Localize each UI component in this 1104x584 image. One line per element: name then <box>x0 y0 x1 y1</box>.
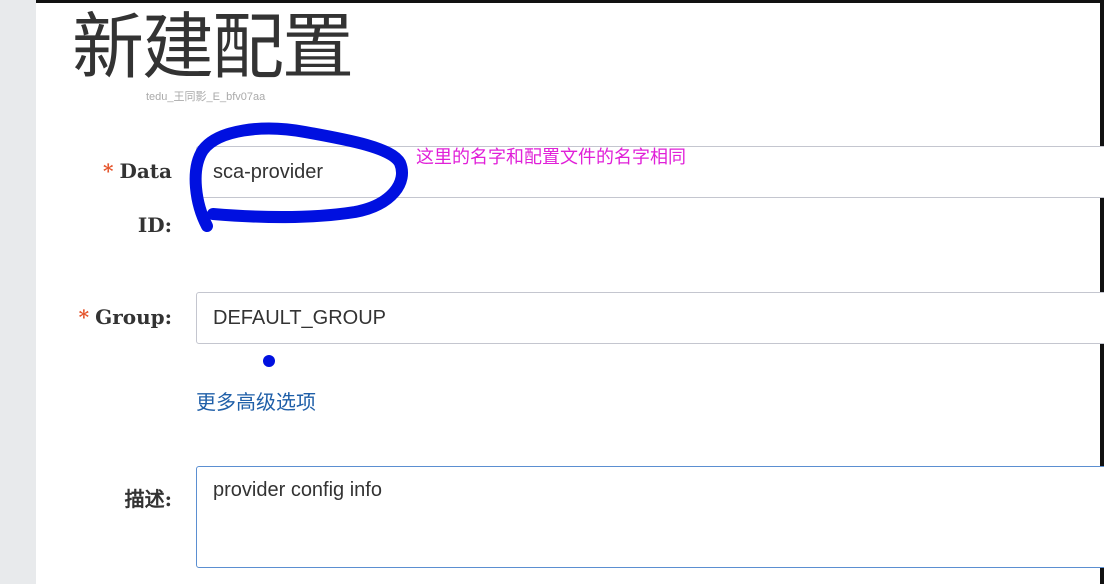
annotation-text: 这里的名字和配置文件的名字相同 <box>416 147 686 168</box>
description-value: provider config info <box>213 479 382 501</box>
group-label-text: Group: <box>95 305 172 329</box>
data-id-value: sca-provider <box>213 161 324 183</box>
required-mark: * <box>78 305 90 329</box>
data-id-label: * Data <box>96 159 172 183</box>
required-mark: * <box>103 159 114 183</box>
group-value: DEFAULT_GROUP <box>213 307 386 329</box>
watermark: tedu_王同影_E_bfv07aa <box>146 91 266 103</box>
group-label: * Group: <box>60 305 172 329</box>
data-id-label-line1: Data <box>119 159 173 183</box>
description-textarea[interactable]: provider config info <box>196 466 1104 568</box>
left-rail <box>0 0 36 584</box>
ink-dot <box>263 355 275 367</box>
data-id-label-line2: ID: <box>137 213 172 237</box>
page-title: 新建配置 <box>72 5 354 89</box>
group-input[interactable]: DEFAULT_GROUP <box>196 292 1104 344</box>
description-label: 描述: <box>124 487 172 511</box>
advanced-options-link[interactable]: 更多高级选项 <box>196 386 316 415</box>
